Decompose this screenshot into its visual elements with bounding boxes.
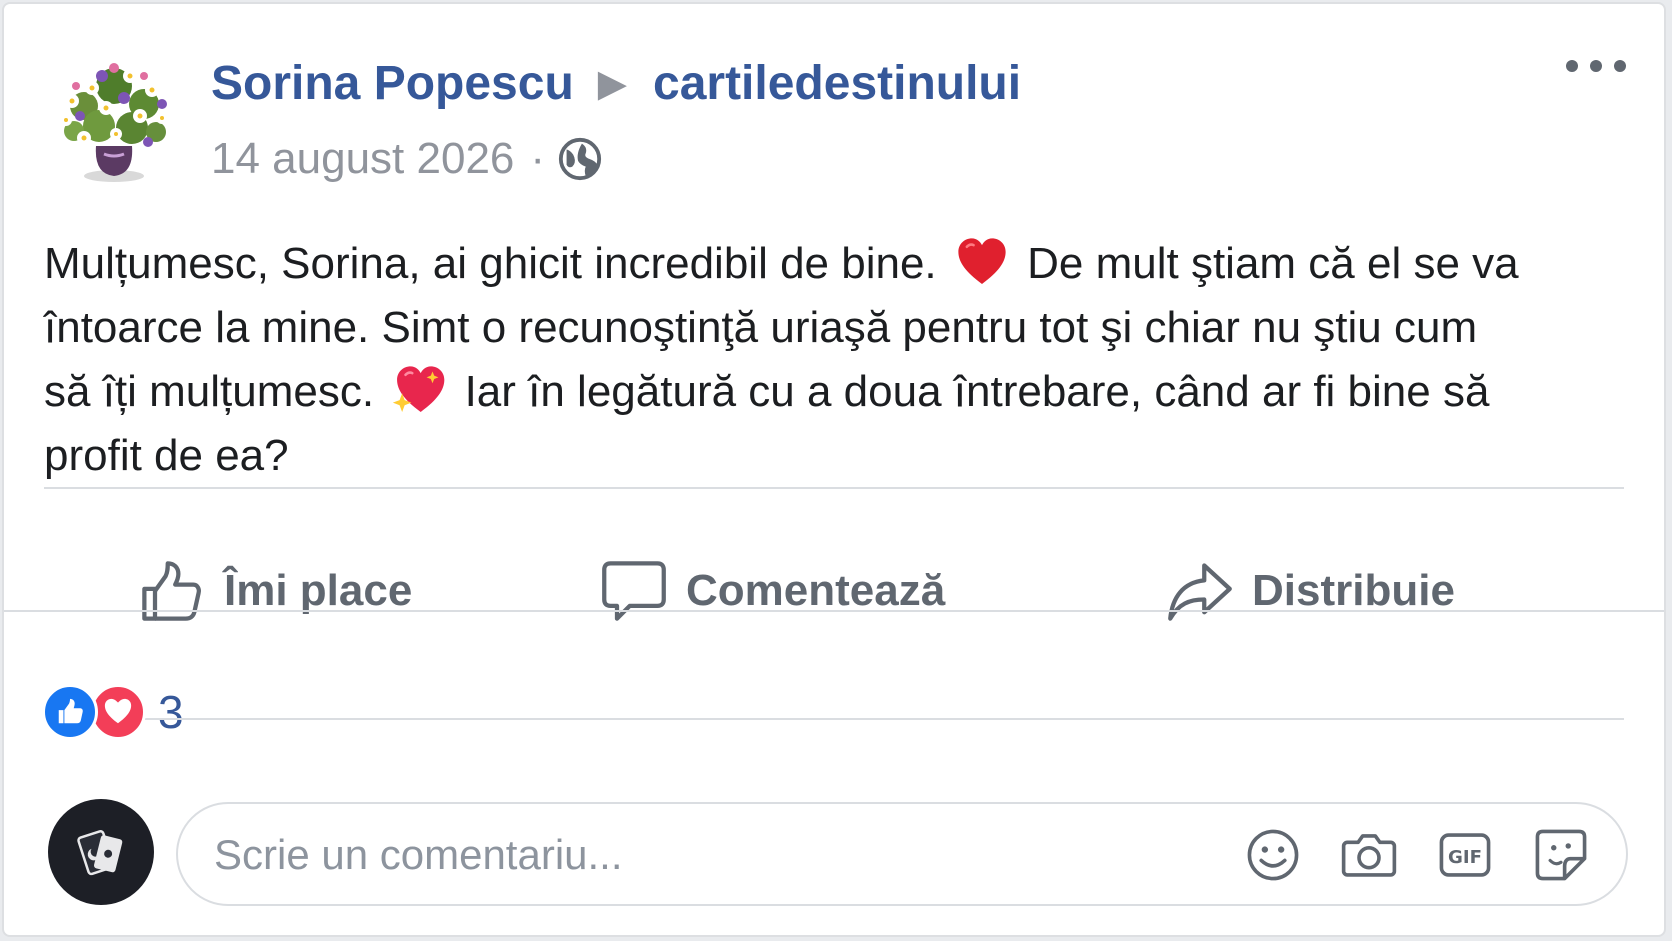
comment-button[interactable]: Comentează xyxy=(600,546,945,636)
more-options-icon[interactable] xyxy=(1566,46,1626,86)
comment-label: Comentează xyxy=(686,566,946,615)
divider xyxy=(4,610,1664,612)
post-text-segment: să îți mulțumesc. xyxy=(44,367,375,416)
photo-button[interactable] xyxy=(1338,824,1400,886)
like-button[interactable]: Îmi place xyxy=(138,546,412,636)
comment-tools: GIF xyxy=(1208,824,1592,886)
reactions-summary[interactable]: 3 xyxy=(42,684,184,740)
comment-input[interactable] xyxy=(212,824,1116,886)
post-date-link[interactable]: 14 august 2026 xyxy=(211,134,514,184)
comment-bubble-icon xyxy=(602,561,666,621)
author-name-link[interactable]: Sorina Popescu xyxy=(211,56,574,111)
meta-separator: · xyxy=(530,134,546,183)
love-reaction-icon xyxy=(90,684,146,740)
post-meta: 14 august 2026 · xyxy=(211,134,603,184)
sticker-icon xyxy=(1535,829,1587,881)
tarot-cards-icon xyxy=(77,830,123,876)
more-dot xyxy=(1566,60,1578,72)
sparkling-heart-emoji xyxy=(393,366,445,413)
thumbs-up-icon xyxy=(58,698,83,724)
emoji-icon xyxy=(1247,829,1299,881)
more-dot xyxy=(1590,60,1602,72)
camera-icon xyxy=(1341,834,1397,877)
post-text-line: Mulțumesc, Sorina, ai ghicit incredibil … xyxy=(44,232,1644,296)
globe-icon[interactable] xyxy=(557,136,603,182)
like-reaction-icon xyxy=(42,684,98,740)
divider xyxy=(44,718,1624,720)
thumbs-up-icon xyxy=(142,561,201,621)
red-heart-emoji xyxy=(958,238,1006,285)
emoji-button[interactable] xyxy=(1242,824,1304,886)
post-text-line: să îți mulțumesc. Iar în legătură cu a d… xyxy=(44,360,1644,424)
action-bar: Îmi place Comentează Distribuie xyxy=(4,546,1664,636)
divider xyxy=(44,487,1624,489)
sticker-button[interactable] xyxy=(1530,824,1592,886)
post-text-segment: Iar în legătură cu a doua întrebare, cân… xyxy=(464,367,1490,416)
post-text-segment: De mult ştiam că el se va xyxy=(1027,239,1519,288)
share-arrow-icon xyxy=(1168,563,1232,621)
post-text-segment: Mulțumesc, Sorina, ai ghicit incredibil … xyxy=(44,239,937,288)
more-dot xyxy=(1614,60,1626,72)
heart-icon xyxy=(104,698,132,724)
share-label: Distribuie xyxy=(1252,566,1455,615)
author-avatar[interactable] xyxy=(44,46,184,186)
commenter-avatar[interactable] xyxy=(48,799,154,905)
post-text-line: întoarce la mine. Simt o recunoştinţă ur… xyxy=(44,303,1478,352)
gif-button[interactable]: GIF xyxy=(1434,824,1496,886)
post-body: Mulțumesc, Sorina, ai ghicit incredibil … xyxy=(44,232,1644,488)
page-name-link[interactable]: cartiledestinului xyxy=(653,56,1021,111)
reaction-count: 3 xyxy=(158,686,184,738)
arrow-icon: ▶ xyxy=(597,63,627,105)
comment-composer: GIF xyxy=(176,802,1628,906)
post-card: Sorina Popescu ▶ cartiledestinului 14 au… xyxy=(2,2,1666,937)
svg-text:GIF: GIF xyxy=(1448,847,1482,868)
gif-icon: GIF xyxy=(1439,833,1491,877)
post-text-line: profit de ea? xyxy=(44,431,289,480)
like-label: Îmi place xyxy=(224,566,413,615)
share-button[interactable]: Distribuie xyxy=(1166,546,1455,636)
post-header: Sorina Popescu ▶ cartiledestinului xyxy=(211,56,1021,111)
